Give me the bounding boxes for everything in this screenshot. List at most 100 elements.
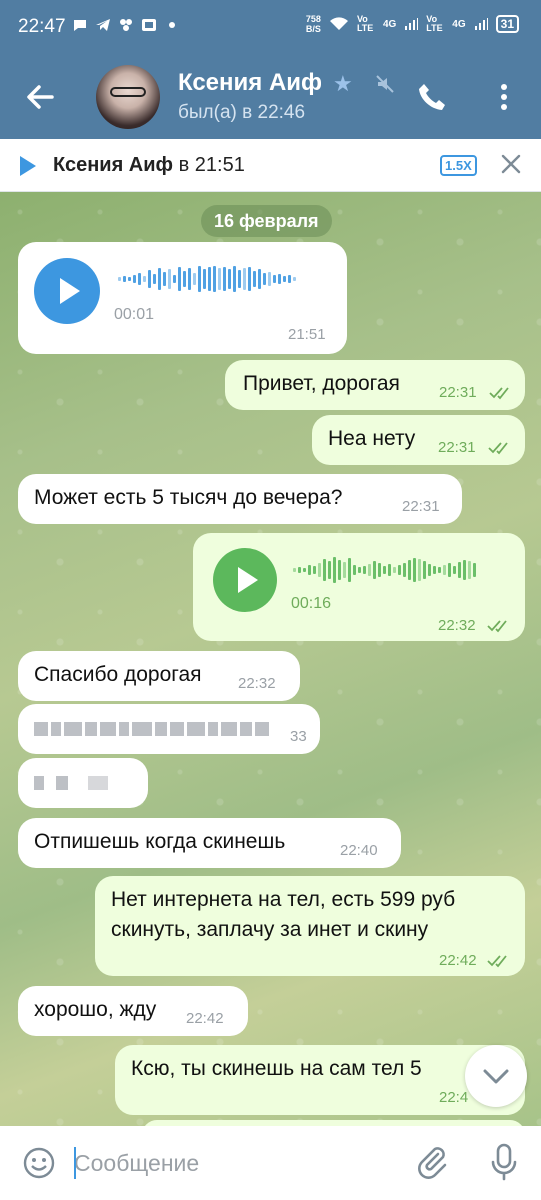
waveform-bar: [238, 270, 241, 288]
outgoing-voice-message[interactable]: 00:16 22:32: [193, 533, 525, 641]
waveform-bar: [363, 566, 366, 574]
waveform-bar: [153, 274, 156, 284]
message-text: Ксю, ты скинешь на сам тел 5: [131, 1057, 422, 1080]
voice-play-button[interactable]: [213, 548, 277, 612]
waveform-bar: [233, 266, 236, 292]
outgoing-message[interactable]: Неа нету 22:31: [312, 415, 525, 465]
waveform-bar: [118, 277, 121, 281]
waveform-bar: [293, 277, 296, 281]
waveform-bar: [423, 561, 426, 579]
message-text: Отпишешь когда скинешь: [34, 830, 286, 853]
audio-player-bar[interactable]: Ксения Аиф в 21:51 1.5X: [0, 139, 541, 192]
chat-title[interactable]: Ксения Аиф: [178, 69, 322, 97]
waveform-bar: [448, 563, 451, 577]
message-list[interactable]: 16 февраля 00:01 21:51 Привет, дорогая 2…: [0, 192, 541, 1126]
microphone-icon[interactable]: [488, 1142, 520, 1182]
waveform-bar: [318, 563, 321, 577]
waveform-bar: [398, 565, 401, 575]
outgoing-message[interactable]: Привет, дорогая 22:31: [225, 360, 525, 410]
apps-icon: [120, 19, 132, 31]
message-time: 22:31: [438, 439, 476, 456]
player-title[interactable]: Ксения Аиф в 21:51: [53, 154, 245, 177]
waveform-bar: [148, 270, 151, 288]
avatar-glasses: [110, 87, 146, 97]
waveform-bar: [453, 566, 456, 574]
incoming-message-redacted[interactable]: [18, 758, 148, 808]
message-time: 22:32: [238, 675, 276, 692]
message-input[interactable]: [74, 1144, 394, 1182]
paperclip-icon[interactable]: [414, 1144, 450, 1180]
waveform-bar: [413, 558, 416, 582]
waveform-bar: [373, 561, 376, 579]
waveform-bar: [473, 563, 476, 577]
waveform-bar: [293, 568, 296, 572]
waveform-bar: [228, 269, 231, 289]
waveform-bar: [258, 269, 261, 289]
emoji-icon[interactable]: [22, 1146, 56, 1180]
message-time: 22:42: [186, 1010, 224, 1027]
waveform-bar: [133, 275, 136, 283]
back-arrow-icon[interactable]: [22, 79, 58, 115]
waveform-bar: [408, 560, 411, 580]
message-text-line-1: Нет интернета на тел, есть 599 руб: [111, 888, 456, 911]
message-text: Может есть 5 тысяч до вечера?: [34, 486, 343, 509]
incoming-voice-message[interactable]: 00:01 21:51: [18, 242, 347, 354]
star-icon: ★: [333, 71, 353, 96]
waveform-bar: [433, 566, 436, 574]
last-seen-status: был(а) в 22:46: [178, 102, 306, 123]
waveform-bar: [218, 268, 221, 290]
waveform-bar: [173, 275, 176, 283]
waveform-bar: [353, 565, 356, 575]
player-play-icon[interactable]: [20, 156, 36, 176]
message-text: Спасибо дорогая: [34, 663, 202, 686]
outgoing-message[interactable]: Нет интернета на тел, есть 599 руб скину…: [95, 876, 525, 976]
waveform-bar: [243, 268, 246, 290]
incoming-message[interactable]: Спасибо дорогая 22:32: [18, 651, 300, 701]
message-text: Неа нету: [328, 427, 416, 450]
voice-duration: 00:01: [114, 306, 155, 323]
message-time: 22:31: [402, 498, 440, 515]
net-speed: 758 B/S: [305, 14, 321, 34]
incoming-message[interactable]: хорошо, жду 22:42: [18, 986, 248, 1036]
read-ticks-icon: [488, 442, 508, 455]
waveform-bar: [248, 267, 251, 291]
waveform-bar: [253, 271, 256, 287]
playback-speed-button[interactable]: 1.5X: [440, 155, 477, 176]
incoming-message[interactable]: Отпишешь когда скинешь 22:40: [18, 818, 401, 868]
voice-waveform[interactable]: [118, 266, 296, 292]
incoming-message[interactable]: Может есть 5 тысяч до вечера? 22:31: [18, 474, 462, 524]
waveform-bar: [298, 567, 301, 573]
waveform-bar: [263, 273, 266, 285]
waveform-bar: [378, 563, 381, 577]
waveform-bar: [193, 273, 196, 285]
waveform-bar: [203, 269, 206, 289]
waveform-bar: [223, 267, 226, 291]
waveform-bar: [268, 272, 271, 286]
waveform-bar: [183, 271, 186, 287]
message-text: Привет, дорогая: [243, 372, 400, 395]
waveform-bar: [368, 564, 371, 576]
message-time: 22:40: [340, 842, 378, 859]
notification-icons: [72, 17, 180, 33]
scroll-to-bottom-button[interactable]: [465, 1045, 527, 1107]
waveform-bar: [128, 277, 131, 281]
message-time: 22:42: [439, 952, 477, 969]
status-right: 758 B/S Vo LTE 4G Vo LTE 4G 31: [306, 14, 519, 34]
waveform-bar: [168, 269, 171, 289]
waveform-bar: [348, 558, 351, 582]
outgoing-message[interactable]: Ксю, ты скинешь на сам тел 5 22:4: [115, 1045, 525, 1115]
voice-play-button[interactable]: [34, 258, 100, 324]
more-vertical-icon[interactable]: [494, 81, 514, 113]
signal-icon-2: [474, 18, 488, 30]
voice-waveform[interactable]: [293, 557, 476, 583]
waveform-bar: [443, 565, 446, 575]
incoming-message-redacted[interactable]: 33: [18, 704, 320, 754]
close-icon[interactable]: [500, 153, 522, 175]
waveform-bar: [123, 276, 126, 282]
battery-icon: 31: [495, 15, 519, 33]
read-ticks-icon: [489, 387, 509, 400]
waveform-bar: [358, 567, 361, 573]
message-time: 21:51: [288, 326, 326, 343]
phone-icon[interactable]: [416, 81, 448, 113]
avatar[interactable]: [96, 65, 160, 129]
